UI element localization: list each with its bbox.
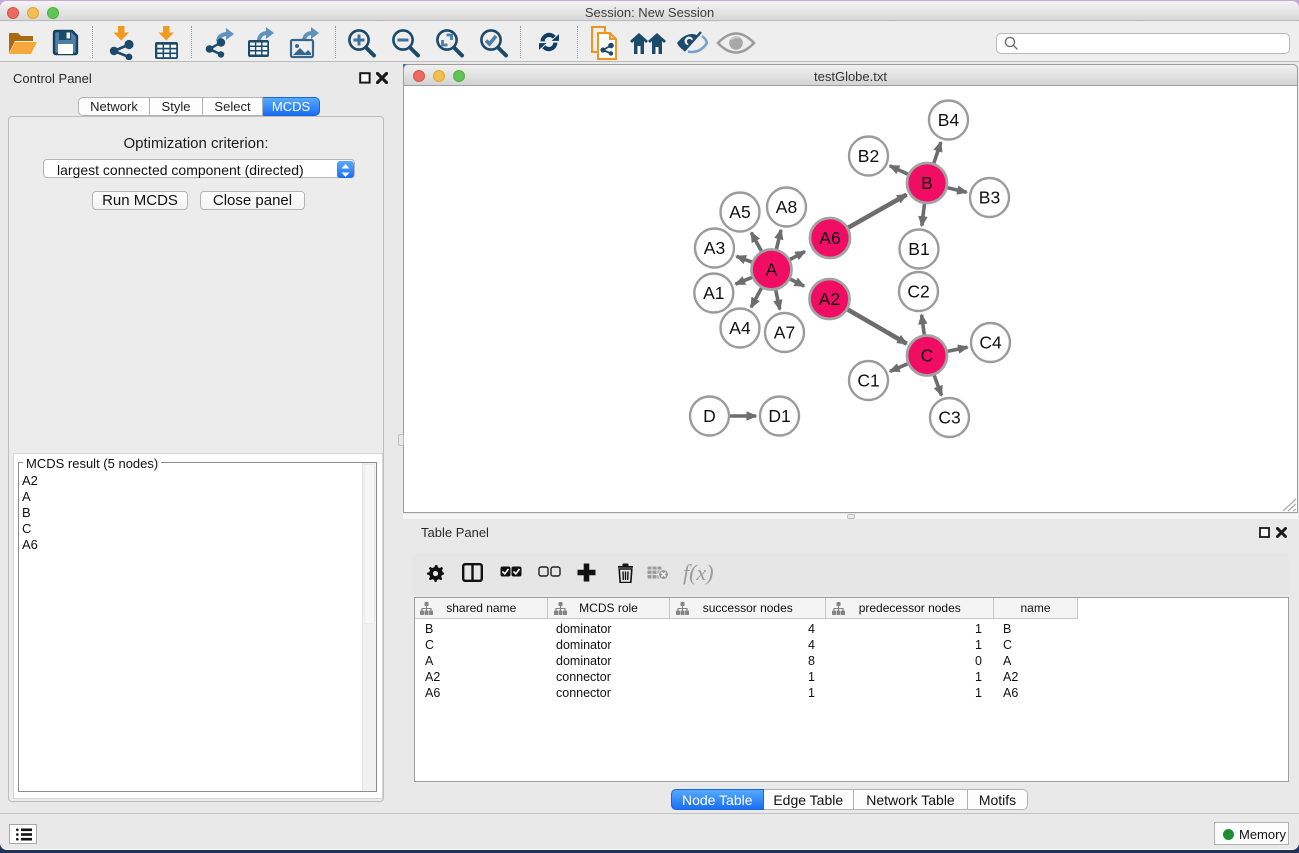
svg-text:C1: C1 (857, 371, 879, 391)
svg-text:C4: C4 (979, 333, 1002, 353)
svg-text:D: D (703, 406, 716, 426)
svg-text:A3: A3 (704, 238, 725, 258)
svg-text:C3: C3 (938, 408, 960, 428)
svg-text:C: C (921, 346, 934, 366)
svg-text:D1: D1 (768, 406, 790, 426)
svg-text:A2: A2 (819, 289, 840, 309)
svg-text:A8: A8 (776, 197, 797, 217)
svg-text:A1: A1 (703, 283, 724, 303)
svg-text:A7: A7 (774, 323, 795, 343)
svg-text:A5: A5 (729, 202, 750, 222)
svg-text:A6: A6 (819, 228, 840, 248)
svg-text:A4: A4 (729, 318, 751, 338)
svg-text:B: B (921, 173, 933, 193)
svg-text:B4: B4 (938, 110, 960, 130)
svg-text:B3: B3 (979, 188, 1000, 208)
svg-text:B2: B2 (858, 146, 879, 166)
svg-text:B1: B1 (908, 239, 929, 259)
svg-text:A: A (766, 260, 778, 280)
svg-text:C2: C2 (907, 282, 929, 302)
